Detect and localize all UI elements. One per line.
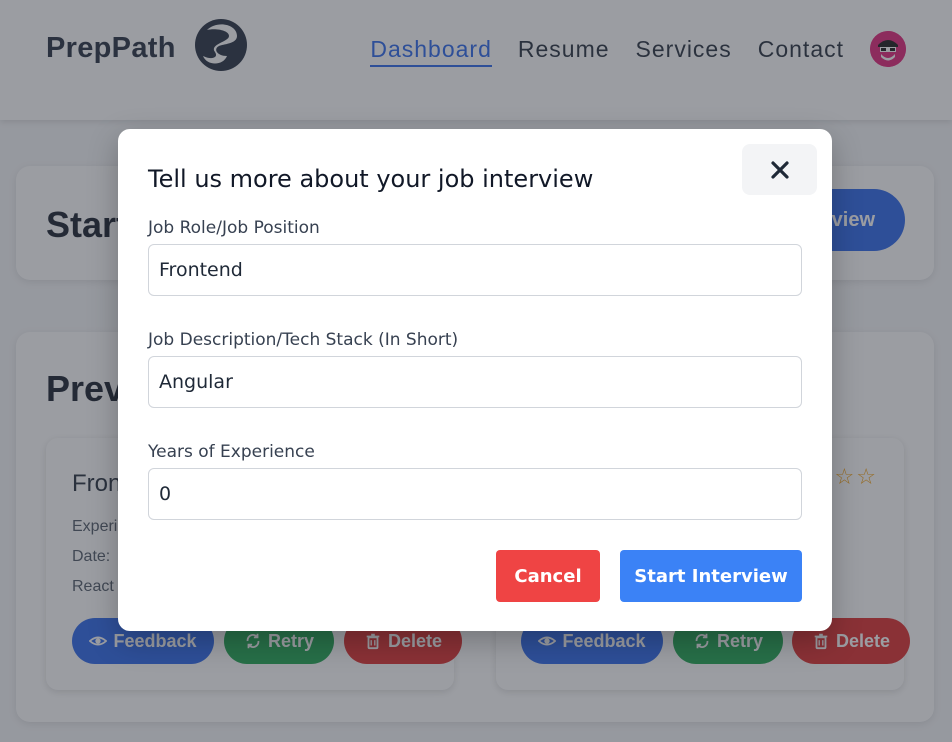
job-description-label: Job Description/Tech Stack (In Short) [148, 330, 459, 350]
job-role-label: Job Role/Job Position [148, 218, 320, 238]
close-icon [770, 160, 789, 179]
years-experience-input[interactable] [148, 468, 802, 520]
interview-details-modal: Tell us more about your job interview Jo… [118, 129, 832, 631]
years-experience-label: Years of Experience [148, 442, 315, 462]
close-modal-button[interactable] [742, 144, 817, 195]
job-description-input[interactable] [148, 356, 802, 408]
modal-title: Tell us more about your job interview [148, 165, 594, 193]
job-role-input[interactable] [148, 244, 802, 296]
start-interview-button[interactable]: Start Interview [620, 550, 802, 602]
cancel-button[interactable]: Cancel [496, 550, 600, 602]
